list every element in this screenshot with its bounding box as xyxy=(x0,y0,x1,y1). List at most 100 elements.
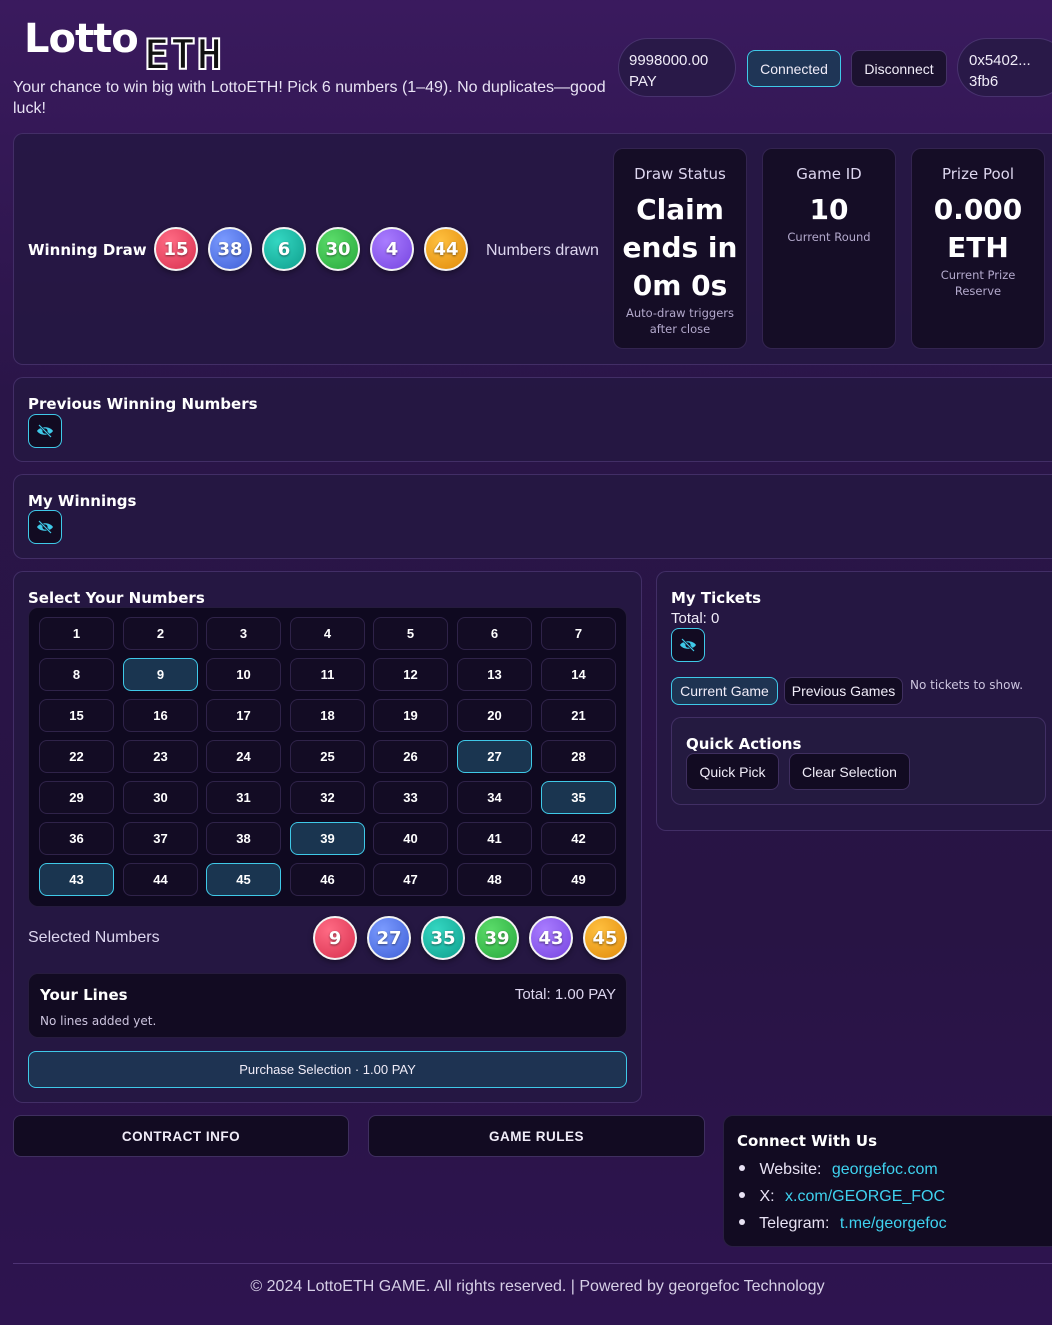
number-cell-1[interactable]: 1 xyxy=(39,617,114,650)
copyright-text: © 2024 LottoETH GAME. All rights reserve… xyxy=(250,1278,825,1295)
number-cell-8[interactable]: 8 xyxy=(39,658,114,691)
number-cell-15[interactable]: 15 xyxy=(39,699,114,732)
tagline: Your chance to win big with LottoETH! Pi… xyxy=(13,79,606,117)
number-cell-17[interactable]: 17 xyxy=(206,699,281,732)
selected-ball-3[interactable]: 35 xyxy=(421,916,465,960)
number-cell-36[interactable]: 36 xyxy=(39,822,114,855)
winning-ball-2: 38 xyxy=(208,227,252,271)
number-cell-31[interactable]: 31 xyxy=(206,781,281,814)
selected-ball-2[interactable]: 27 xyxy=(367,916,411,960)
x-link[interactable]: x.com/GEORGE_FOC xyxy=(785,1188,945,1205)
number-cell-43[interactable]: 43 xyxy=(39,863,114,896)
number-cell-5[interactable]: 5 xyxy=(373,617,448,650)
your-lines-empty: No lines added yet. xyxy=(40,1014,157,1028)
winning-ball-4: 30 xyxy=(316,227,360,271)
number-cell-13[interactable]: 13 xyxy=(457,658,532,691)
number-cell-6[interactable]: 6 xyxy=(457,617,532,650)
my-tickets-title: My Tickets xyxy=(671,589,762,607)
bullet xyxy=(739,1219,745,1225)
previous-winning-title: Previous Winning Numbers xyxy=(28,395,258,413)
number-cell-2[interactable]: 2 xyxy=(123,617,198,650)
number-cell-10[interactable]: 10 xyxy=(206,658,281,691)
number-cell-41[interactable]: 41 xyxy=(457,822,532,855)
draw-status-sub1: Auto-draw triggers xyxy=(625,306,735,320)
tab-previous-games[interactable]: Previous Games xyxy=(784,677,903,705)
x-label: X: xyxy=(759,1188,775,1205)
number-cell-14[interactable]: 14 xyxy=(541,658,616,691)
your-lines-total: Total: 1.00 PAY xyxy=(514,986,616,1003)
number-cell-28[interactable]: 28 xyxy=(541,740,616,773)
number-cell-45[interactable]: 45 xyxy=(206,863,281,896)
number-cell-39[interactable]: 39 xyxy=(290,822,365,855)
balance-value: 9998000.00 PAY xyxy=(629,52,709,90)
quick-actions-title: Quick Actions xyxy=(686,735,802,753)
quick-pick-button[interactable]: Quick Pick xyxy=(686,753,779,790)
number-cell-20[interactable]: 20 xyxy=(457,699,532,732)
balance-pill: 9998000.00 PAY xyxy=(618,38,736,97)
contract-info-button[interactable]: CONTRACT INFO xyxy=(13,1115,349,1157)
connected-button[interactable]: Connected xyxy=(747,50,841,87)
logo-eth: ETH xyxy=(143,29,223,80)
number-cell-30[interactable]: 30 xyxy=(123,781,198,814)
number-cell-22[interactable]: 22 xyxy=(39,740,114,773)
disconnect-button[interactable]: Disconnect xyxy=(851,50,947,87)
prize-pool-unit: ETH xyxy=(947,231,1009,264)
footer-divider xyxy=(13,1263,1052,1264)
number-cell-29[interactable]: 29 xyxy=(39,781,114,814)
number-cell-3[interactable]: 3 xyxy=(206,617,281,650)
number-cell-42[interactable]: 42 xyxy=(541,822,616,855)
number-cell-44[interactable]: 44 xyxy=(123,863,198,896)
number-cell-49[interactable]: 49 xyxy=(541,863,616,896)
number-cell-27[interactable]: 27 xyxy=(457,740,532,773)
telegram-link[interactable]: t.me/georgefoc xyxy=(840,1215,947,1232)
number-cell-24[interactable]: 24 xyxy=(206,740,281,773)
number-cell-12[interactable]: 12 xyxy=(373,658,448,691)
number-cell-16[interactable]: 16 xyxy=(123,699,198,732)
toggle-my-tickets-button[interactable] xyxy=(671,628,705,662)
number-cell-18[interactable]: 18 xyxy=(290,699,365,732)
number-cell-40[interactable]: 40 xyxy=(373,822,448,855)
eye-off-icon xyxy=(680,638,696,652)
selected-ball-1[interactable]: 9 xyxy=(313,916,357,960)
number-cell-11[interactable]: 11 xyxy=(290,658,365,691)
number-cell-37[interactable]: 37 xyxy=(123,822,198,855)
purchase-button[interactable]: Purchase Selection · 1.00 PAY xyxy=(28,1051,627,1088)
draw-status-sub2: after close xyxy=(649,322,711,336)
number-cell-25[interactable]: 25 xyxy=(290,740,365,773)
number-cell-33[interactable]: 33 xyxy=(373,781,448,814)
number-cell-48[interactable]: 48 xyxy=(457,863,532,896)
number-cell-19[interactable]: 19 xyxy=(373,699,448,732)
my-winnings-panel xyxy=(13,474,1052,559)
game-id-sub: Current Round xyxy=(787,230,871,244)
number-cell-34[interactable]: 34 xyxy=(457,781,532,814)
winning-ball-5: 4 xyxy=(370,227,414,271)
number-cell-4[interactable]: 4 xyxy=(290,617,365,650)
number-cell-32[interactable]: 32 xyxy=(290,781,365,814)
number-cell-35[interactable]: 35 xyxy=(541,781,616,814)
bullet xyxy=(739,1192,745,1198)
game-rules-button[interactable]: GAME RULES xyxy=(368,1115,705,1157)
draw-status-label: Draw Status xyxy=(634,165,726,183)
number-cell-47[interactable]: 47 xyxy=(373,863,448,896)
selected-ball-4[interactable]: 39 xyxy=(475,916,519,960)
number-cell-7[interactable]: 7 xyxy=(541,617,616,650)
number-cell-21[interactable]: 21 xyxy=(541,699,616,732)
number-cell-26[interactable]: 26 xyxy=(373,740,448,773)
connect-title: Connect With Us xyxy=(737,1132,877,1150)
clear-selection-button[interactable]: Clear Selection xyxy=(789,753,910,790)
number-cell-38[interactable]: 38 xyxy=(206,822,281,855)
toggle-previous-winning-button[interactable] xyxy=(28,414,62,448)
logo-lotto: Lotto xyxy=(24,16,139,62)
wallet-address-pill[interactable]: 0x5402... 3fb6 xyxy=(957,38,1052,97)
number-cell-23[interactable]: 23 xyxy=(123,740,198,773)
selected-ball-5[interactable]: 43 xyxy=(529,916,573,960)
number-cell-46[interactable]: 46 xyxy=(290,863,365,896)
number-cell-9[interactable]: 9 xyxy=(123,658,198,691)
website-link[interactable]: georgefoc.com xyxy=(832,1161,938,1178)
draw-status-text: Numbers drawn xyxy=(486,242,599,259)
toggle-my-winnings-button[interactable] xyxy=(28,510,62,544)
winning-ball-1: 15 xyxy=(154,227,198,271)
selected-ball-6[interactable]: 45 xyxy=(583,916,627,960)
connect-item-telegram: Telegram: t.me/georgefoc xyxy=(737,1215,947,1233)
tab-current-game[interactable]: Current Game xyxy=(671,677,778,705)
